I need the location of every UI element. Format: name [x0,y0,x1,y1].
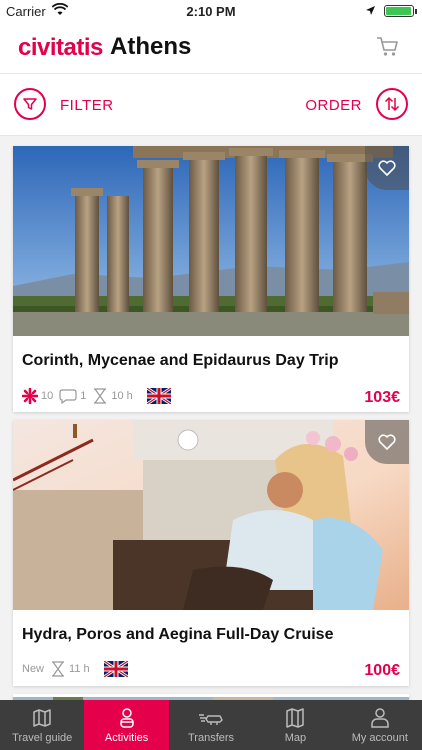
tab-label: Activities [104,731,149,744]
civitatis-logo[interactable]: civitatis [18,34,103,62]
activity-meta: New 11 h [22,659,131,679]
battery-fill [386,7,411,15]
heart-icon [378,160,396,176]
tab-label: Transfers [187,731,235,744]
activity-meta: 10 1 10 h [22,386,174,406]
filter-order-bar: FILTER ORDER [0,74,422,136]
battery-icon [384,5,417,17]
tab-label: Travel guide [12,731,73,744]
bottom-tab-bar: Travel guide Activities Transfers Map My… [0,700,422,750]
couple-on-boat-image [13,420,409,610]
account-icon [371,707,389,728]
filter-button[interactable] [14,88,46,120]
tab-label: Map [284,731,307,744]
cart-icon[interactable] [376,36,400,58]
tab-my-account[interactable]: My account [338,700,422,750]
comment-icon [59,389,77,404]
uk-flag-icon [146,388,171,404]
transfer-icon [199,713,223,725]
favorite-button[interactable] [365,420,409,464]
order-label[interactable]: ORDER [305,97,362,114]
city-title: Athens [110,33,192,60]
activity-photo-ruins[interactable] [13,146,409,336]
activity-title[interactable]: Hydra, Poros and Aegina Full-Day Cruise [22,626,333,644]
activity-card[interactable]: Hydra, Poros and Aegina Full-Day Cruise … [13,420,409,686]
rating-item: 10 [22,388,53,404]
rating-value: 10 [41,390,54,402]
app-header: civitatis Athens [0,22,422,74]
funnel-icon [23,98,37,110]
status-bar: Carrier 2:10 PM [0,0,422,22]
tab-activities[interactable]: Activities [84,700,169,750]
activity-price: 103€ [364,389,400,406]
activity-photo-cruise[interactable] [13,420,409,610]
temple-ruins-image [13,146,409,336]
rating-badge-icon [22,388,38,404]
activity-title[interactable]: Corinth, Mycenae and Epidaurus Day Trip [22,352,339,370]
filter-label[interactable]: FILTER [60,97,114,114]
reviews-count: 1 [80,390,87,402]
activity-list[interactable]: Corinth, Mycenae and Epidaurus Day Trip … [0,136,422,700]
duration-item: 11 h [50,661,90,677]
new-badge: New [22,663,45,675]
order-button[interactable] [376,88,408,120]
favorite-button[interactable] [365,146,409,190]
map-book-icon [33,708,51,727]
reviews-item: 1 [59,388,86,404]
location-arrow-icon [365,4,376,19]
duration-value: 11 h [69,663,90,675]
map-icon [286,707,305,728]
activity-price: 100€ [364,662,400,679]
tab-transfers[interactable]: Transfers [169,700,253,750]
activity-card[interactable]: Corinth, Mycenae and Epidaurus Day Trip … [13,146,409,412]
person-icon [119,707,134,728]
tab-travel-guide[interactable]: Travel guide [0,700,84,750]
tab-label: My account [351,731,408,744]
hourglass-icon [52,661,65,677]
heart-icon [378,434,396,450]
uk-flag-icon [103,661,128,677]
duration-value: 10 h [111,390,133,402]
hourglass-icon [94,388,107,404]
clock: 2:10 PM [186,4,236,19]
duration-item: 10 h [92,388,133,404]
sort-arrows-icon [384,96,400,112]
tab-map[interactable]: Map [253,700,337,750]
